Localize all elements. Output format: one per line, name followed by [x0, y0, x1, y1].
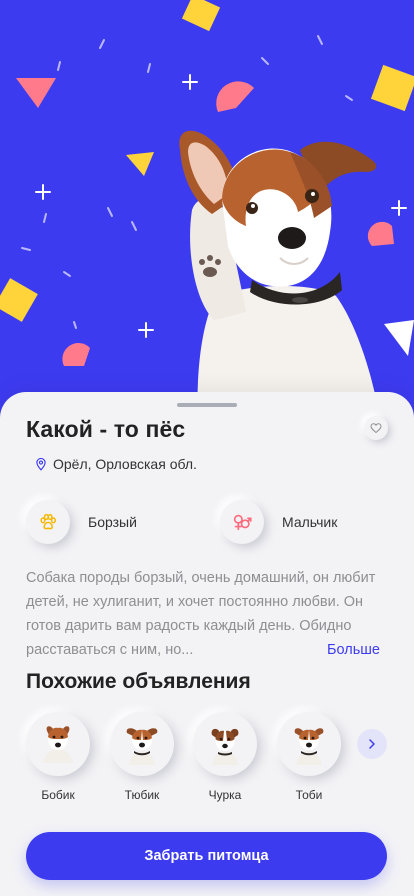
dog-photo-4 — [294, 728, 324, 765]
pet-name: Какой - то пёс — [26, 416, 186, 442]
pet-name-label: Тюбик — [124, 788, 160, 802]
similar-pet-card[interactable]: Бобик — [26, 712, 90, 802]
dog-photo-1 — [43, 726, 73, 763]
next-similar-button[interactable] — [357, 729, 387, 759]
hero-illustration — [0, 0, 414, 420]
pet-name-label: Бобик — [41, 788, 75, 802]
breed-badge — [26, 500, 70, 544]
favorite-button[interactable] — [364, 416, 388, 440]
sex-badge — [220, 500, 264, 544]
gender-icon — [233, 514, 252, 531]
pet-avatar — [110, 712, 174, 776]
pet-avatar — [193, 712, 257, 776]
similar-pet-card[interactable]: Тюбик — [110, 712, 174, 802]
pet-details-sheet: Какой - то пёс Орёл, Орловская обл. Борз… — [0, 392, 414, 896]
location-text: Орёл, Орловская обл. — [53, 456, 197, 472]
more-link[interactable]: Больше — [327, 638, 380, 662]
pet-name-label: Тоби — [295, 788, 323, 802]
chevron-right-icon — [369, 739, 375, 749]
similar-pet-card[interactable]: Чурка — [193, 712, 257, 802]
hero-banner — [0, 0, 414, 420]
paw-icon — [40, 513, 56, 530]
similar-listings: Бобик Тюбик Чурка Тоби — [0, 712, 414, 802]
dog-photo-2 — [126, 728, 158, 765]
pet-name-label: Чурка — [208, 788, 242, 802]
breed-label: Борзый — [88, 514, 137, 530]
heart-icon — [370, 423, 382, 434]
sex-attribute: Мальчик — [220, 500, 337, 544]
dog-photo-3 — [211, 728, 239, 765]
pet-location: Орёл, Орловская обл. — [34, 456, 197, 472]
sheet-handle[interactable] — [177, 403, 237, 407]
pet-avatar — [277, 712, 341, 776]
sex-label: Мальчик — [282, 514, 338, 530]
location-pin-icon — [36, 457, 46, 471]
similar-listings-title: Похожие объявления — [26, 670, 251, 693]
similar-pet-card[interactable]: Тоби — [277, 712, 341, 802]
adopt-pet-button[interactable]: Забрать питомца — [26, 832, 387, 880]
breed-attribute: Борзый — [26, 500, 137, 544]
pet-avatar — [26, 712, 90, 776]
